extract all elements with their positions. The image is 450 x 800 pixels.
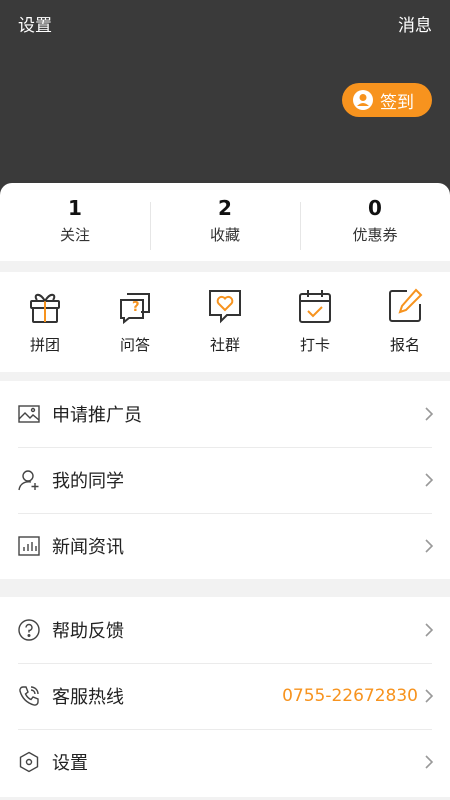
image-icon [18,405,40,423]
settings-link[interactable]: 设置 [18,11,52,36]
quick-action-group-buy[interactable]: 拼团 [0,272,90,372]
hotline-number[interactable]: 0755-22672830 [282,686,418,706]
quick-actions: 拼团 ? 问答 社群 打卡 报名 [0,272,450,372]
menu-item-label: 新闻资讯 [52,537,124,558]
stat-label: 收藏 [209,226,240,244]
quick-action-community[interactable]: 社群 [180,272,270,372]
quick-action-checkin[interactable]: 打卡 [270,272,360,372]
stat-value: 1 [68,196,82,220]
hexagon-settings-icon [19,751,39,773]
chevron-right-icon [425,623,434,637]
menu-item-apply-promoter[interactable]: 申请推广员 [0,381,450,447]
stat-value: 2 [218,196,232,220]
quick-action-label: 问答 [119,336,150,354]
menu-group-primary: 申请推广员 我的同学 新闻资讯 [0,381,450,579]
stat-label: 关注 [59,226,90,244]
question-chat-icon: ? [120,293,150,325]
menu-item-news[interactable]: 新闻资讯 [0,513,450,579]
add-user-icon [18,470,39,491]
chevron-right-icon [425,473,434,487]
menu-item-label: 申请推广员 [52,405,142,426]
menu-item-label: 客服热线 [52,687,124,708]
pencil-edit-icon [389,288,423,322]
heart-chat-icon [209,290,241,324]
chevron-right-icon [425,689,434,703]
phone-icon [19,686,39,706]
quick-action-signup[interactable]: 报名 [360,272,450,372]
menu-item-label: 设置 [52,753,88,774]
menu-item-settings[interactable]: 设置 [0,729,450,795]
menu-item-label: 我的同学 [52,471,124,492]
quick-action-label: 打卡 [299,336,330,354]
chevron-right-icon [425,755,434,769]
bar-chart-icon [18,536,40,556]
chevron-right-icon [425,539,434,553]
stats-bar: 1 关注 2 收藏 0 优惠券 [0,183,450,261]
checkin-label: 签到 [380,92,414,113]
quick-action-label: 报名 [389,336,420,354]
quick-action-label: 拼团 [29,336,60,354]
messages-link[interactable]: 消息 [398,11,432,36]
stat-label: 优惠券 [352,226,398,244]
menu-item-hotline[interactable]: 客服热线 0755-22672830 [0,663,450,729]
menu-item-my-classmates[interactable]: 我的同学 [0,447,450,513]
help-circle-icon [18,619,40,641]
chevron-right-icon [425,407,434,421]
menu-group-support: 帮助反馈 客服热线 0755-22672830 设置 [0,597,450,797]
stat-following[interactable]: 1 关注 [0,196,150,248]
calendar-check-icon [299,290,331,323]
stat-coupons[interactable]: 0 优惠券 [300,196,450,250]
quick-action-qa[interactable]: ? 问答 [90,272,180,372]
user-circle-icon [353,90,373,110]
menu-item-help-feedback[interactable]: 帮助反馈 [0,597,450,663]
stat-favorites[interactable]: 2 收藏 [150,196,300,250]
svg-text:?: ? [132,300,140,315]
checkin-button[interactable]: 签到 [342,83,432,117]
quick-action-label: 社群 [209,336,240,354]
stat-value: 0 [368,196,382,220]
menu-item-label: 帮助反馈 [52,621,124,642]
profile-header: 设置 消息 签到 [0,0,450,200]
gift-icon [30,293,60,323]
